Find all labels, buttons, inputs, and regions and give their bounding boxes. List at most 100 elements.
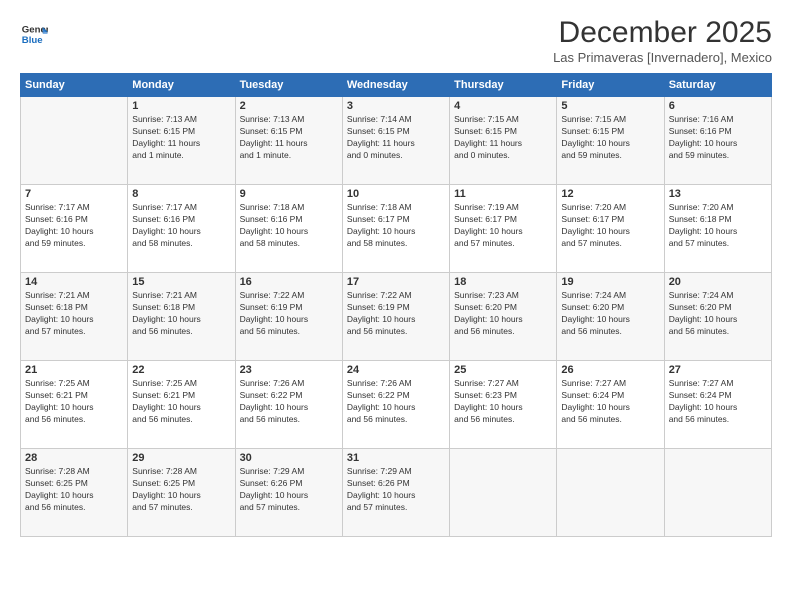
day-number: 30	[240, 452, 338, 464]
day-cell: 7 Sunrise: 7:17 AM Sunset: 6:16 PM Daylig…	[21, 185, 128, 273]
day-number: 23	[240, 364, 338, 376]
day-number: 9	[240, 188, 338, 200]
day-number: 29	[132, 452, 230, 464]
title-section: December 2025 Las Primaveras [Invernader…	[553, 16, 772, 65]
header-row: SundayMondayTuesdayWednesdayThursdayFrid…	[21, 74, 772, 97]
day-number: 3	[347, 100, 445, 112]
day-info: Sunrise: 7:18 AM Sunset: 6:17 PM Dayligh…	[347, 202, 445, 250]
day-cell: 28 Sunrise: 7:28 AM Sunset: 6:25 PM Dayli…	[21, 449, 128, 537]
day-cell: 4 Sunrise: 7:15 AM Sunset: 6:15 PM Daylig…	[450, 97, 557, 185]
day-cell: 27Sunrise: 7:27 AM Sunset: 6:24 PM Dayli…	[664, 361, 771, 449]
col-header-wednesday: Wednesday	[342, 74, 449, 97]
day-info: Sunrise: 7:29 AM Sunset: 6:26 PM Dayligh…	[347, 466, 445, 514]
day-cell: 16 Sunrise: 7:22 AM Sunset: 6:19 PM Dayli…	[235, 273, 342, 361]
day-info: Sunrise: 7:13 AM Sunset: 6:15 PM Dayligh…	[132, 114, 230, 162]
day-cell: 1 Sunrise: 7:13 AM Sunset: 6:15 PM Daylig…	[128, 97, 235, 185]
day-cell: 9 Sunrise: 7:18 AM Sunset: 6:16 PM Daylig…	[235, 185, 342, 273]
day-number: 22	[132, 364, 230, 376]
day-info: Sunrise: 7:27 AM Sunset: 6:24 PM Dayligh…	[561, 378, 659, 426]
day-number: 20	[669, 276, 767, 288]
day-info: Sunrise: 7:28 AM Sunset: 6:25 PM Dayligh…	[132, 466, 230, 514]
day-info: Sunrise: 7:20 AM Sunset: 6:17 PM Dayligh…	[561, 202, 659, 250]
day-info: Sunrise: 7:22 AM Sunset: 6:19 PM Dayligh…	[347, 290, 445, 338]
day-number: 15	[132, 276, 230, 288]
day-info: Sunrise: 7:18 AM Sunset: 6:16 PM Dayligh…	[240, 202, 338, 250]
day-number: 4	[454, 100, 552, 112]
day-info: Sunrise: 7:25 AM Sunset: 6:21 PM Dayligh…	[132, 378, 230, 426]
week-row-4: 21 Sunrise: 7:25 AM Sunset: 6:21 PM Dayli…	[21, 361, 772, 449]
day-number: 13	[669, 188, 767, 200]
col-header-sunday: Sunday	[21, 74, 128, 97]
day-cell	[557, 449, 664, 537]
day-cell: 21 Sunrise: 7:25 AM Sunset: 6:21 PM Dayli…	[21, 361, 128, 449]
day-number: 26	[561, 364, 659, 376]
day-cell: 26 Sunrise: 7:27 AM Sunset: 6:24 PM Dayli…	[557, 361, 664, 449]
col-header-thursday: Thursday	[450, 74, 557, 97]
day-cell	[450, 449, 557, 537]
day-number: 17	[347, 276, 445, 288]
day-info: Sunrise: 7:25 AM Sunset: 6:21 PM Dayligh…	[25, 378, 123, 426]
day-info: Sunrise: 7:20 AM Sunset: 6:18 PM Dayligh…	[669, 202, 767, 250]
day-cell: 25 Sunrise: 7:27 AM Sunset: 6:23 PM Dayli…	[450, 361, 557, 449]
day-cell	[664, 449, 771, 537]
day-number: 12	[561, 188, 659, 200]
week-row-2: 7 Sunrise: 7:17 AM Sunset: 6:16 PM Daylig…	[21, 185, 772, 273]
day-cell: 13 Sunrise: 7:20 AM Sunset: 6:18 PM Dayli…	[664, 185, 771, 273]
day-info: Sunrise: 7:24 AM Sunset: 6:20 PM Dayligh…	[669, 290, 767, 338]
month-title: December 2025	[553, 16, 772, 50]
day-info: Sunrise: 7:27 AM Sunset: 6:23 PM Dayligh…	[454, 378, 552, 426]
day-number: 5	[561, 100, 659, 112]
day-cell: 5Sunrise: 7:15 AM Sunset: 6:15 PM Daylig…	[557, 97, 664, 185]
day-info: Sunrise: 7:26 AM Sunset: 6:22 PM Dayligh…	[347, 378, 445, 426]
day-cell: 3 Sunrise: 7:14 AM Sunset: 6:15 PM Daylig…	[342, 97, 449, 185]
day-cell: 22 Sunrise: 7:25 AM Sunset: 6:21 PM Dayli…	[128, 361, 235, 449]
day-number: 11	[454, 188, 552, 200]
day-cell: 24 Sunrise: 7:26 AM Sunset: 6:22 PM Dayli…	[342, 361, 449, 449]
logo: General Blue	[20, 20, 51, 48]
day-number: 31	[347, 452, 445, 464]
day-cell: 31 Sunrise: 7:29 AM Sunset: 6:26 PM Dayli…	[342, 449, 449, 537]
day-info: Sunrise: 7:23 AM Sunset: 6:20 PM Dayligh…	[454, 290, 552, 338]
logo-icon: General Blue	[20, 20, 48, 48]
day-cell: 6 Sunrise: 7:16 AM Sunset: 6:16 PM Daylig…	[664, 97, 771, 185]
day-info: Sunrise: 7:28 AM Sunset: 6:25 PM Dayligh…	[25, 466, 123, 514]
day-number: 28	[25, 452, 123, 464]
day-number: 25	[454, 364, 552, 376]
day-cell: 15 Sunrise: 7:21 AM Sunset: 6:18 PM Dayli…	[128, 273, 235, 361]
day-number: 18	[454, 276, 552, 288]
day-info: Sunrise: 7:21 AM Sunset: 6:18 PM Dayligh…	[132, 290, 230, 338]
day-number: 21	[25, 364, 123, 376]
day-info: Sunrise: 7:27 AM Sunset: 6:24 PM Dayligh…	[669, 378, 767, 426]
day-number: 7	[25, 188, 123, 200]
col-header-saturday: Saturday	[664, 74, 771, 97]
day-cell: 10Sunrise: 7:18 AM Sunset: 6:17 PM Dayli…	[342, 185, 449, 273]
day-info: Sunrise: 7:17 AM Sunset: 6:16 PM Dayligh…	[25, 202, 123, 250]
day-info: Sunrise: 7:22 AM Sunset: 6:19 PM Dayligh…	[240, 290, 338, 338]
day-number: 2	[240, 100, 338, 112]
day-info: Sunrise: 7:14 AM Sunset: 6:15 PM Dayligh…	[347, 114, 445, 162]
day-cell: 29 Sunrise: 7:28 AM Sunset: 6:25 PM Dayli…	[128, 449, 235, 537]
day-number: 8	[132, 188, 230, 200]
day-number: 24	[347, 364, 445, 376]
day-cell: 18 Sunrise: 7:23 AM Sunset: 6:20 PM Dayli…	[450, 273, 557, 361]
day-cell: 14Sunrise: 7:21 AM Sunset: 6:18 PM Dayli…	[21, 273, 128, 361]
day-number: 1	[132, 100, 230, 112]
day-number: 16	[240, 276, 338, 288]
week-row-1: 1 Sunrise: 7:13 AM Sunset: 6:15 PM Daylig…	[21, 97, 772, 185]
day-info: Sunrise: 7:26 AM Sunset: 6:22 PM Dayligh…	[240, 378, 338, 426]
day-cell: 12 Sunrise: 7:20 AM Sunset: 6:17 PM Dayli…	[557, 185, 664, 273]
day-cell: 23 Sunrise: 7:26 AM Sunset: 6:22 PM Dayli…	[235, 361, 342, 449]
day-cell: 19Sunrise: 7:24 AM Sunset: 6:20 PM Dayli…	[557, 273, 664, 361]
day-cell	[21, 97, 128, 185]
day-info: Sunrise: 7:19 AM Sunset: 6:17 PM Dayligh…	[454, 202, 552, 250]
day-cell: 2 Sunrise: 7:13 AM Sunset: 6:15 PM Daylig…	[235, 97, 342, 185]
col-header-tuesday: Tuesday	[235, 74, 342, 97]
week-row-5: 28 Sunrise: 7:28 AM Sunset: 6:25 PM Dayli…	[21, 449, 772, 537]
day-info: Sunrise: 7:21 AM Sunset: 6:18 PM Dayligh…	[25, 290, 123, 338]
day-number: 19	[561, 276, 659, 288]
day-info: Sunrise: 7:13 AM Sunset: 6:15 PM Dayligh…	[240, 114, 338, 162]
day-info: Sunrise: 7:16 AM Sunset: 6:16 PM Dayligh…	[669, 114, 767, 162]
day-info: Sunrise: 7:15 AM Sunset: 6:15 PM Dayligh…	[454, 114, 552, 162]
day-number: 6	[669, 100, 767, 112]
day-cell: 20 Sunrise: 7:24 AM Sunset: 6:20 PM Dayli…	[664, 273, 771, 361]
